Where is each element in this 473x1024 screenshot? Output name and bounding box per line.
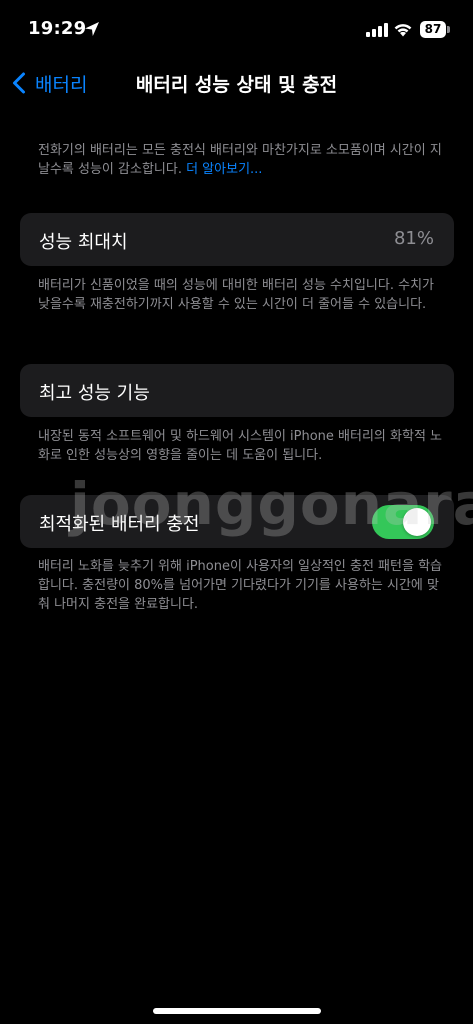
cellular-signal-icon [366, 23, 388, 37]
toggle-knob [403, 508, 431, 536]
peak-performance-cell: 최고 성능 기능 [20, 364, 454, 417]
optimized-charging-footer: 배터리 노화를 늦추기 위해 iPhone이 사용자의 일상적인 충전 패턴을 … [38, 559, 442, 612]
battery-level: 87 [420, 21, 446, 38]
location-arrow-icon [85, 22, 99, 36]
navigation-bar: 배터리 배터리 성능 상태 및 충전 [0, 56, 473, 112]
max-capacity-value: 81% [393, 228, 434, 249]
learn-more-link[interactable]: 더 알아보기... [186, 162, 262, 177]
home-indicator[interactable] [153, 1008, 321, 1014]
max-capacity-cell: 성능 최대치 81% [20, 213, 454, 266]
max-capacity-footer: 배터리가 신품이었을 때의 성능에 대비한 배터리 성능 수치입니다. 수치가 … [38, 278, 434, 312]
optimized-charging-toggle[interactable] [372, 505, 434, 539]
peak-performance-footer: 내장된 동적 소프트웨어 및 하드웨어 시스템이 iPhone 배터리의 화학적… [38, 429, 442, 463]
status-bar: 19:29 87 [0, 0, 473, 56]
optimized-charging-cell: 최적화된 배터리 충전 [20, 495, 454, 548]
wifi-icon [394, 24, 412, 37]
status-time: 19:29 [28, 18, 87, 39]
page-title: 배터리 성능 상태 및 충전 [135, 74, 338, 96]
intro-text: 전화기의 배터리는 모든 충전식 배터리와 마찬가지로 소모품이며 시간이 지날… [38, 141, 446, 179]
max-capacity-label: 성능 최대치 [39, 232, 128, 253]
optimized-charging-label: 최적화된 배터리 충전 [39, 514, 200, 535]
battery-icon: 87 [420, 21, 450, 38]
peak-performance-label: 최고 성능 기능 [39, 383, 150, 404]
